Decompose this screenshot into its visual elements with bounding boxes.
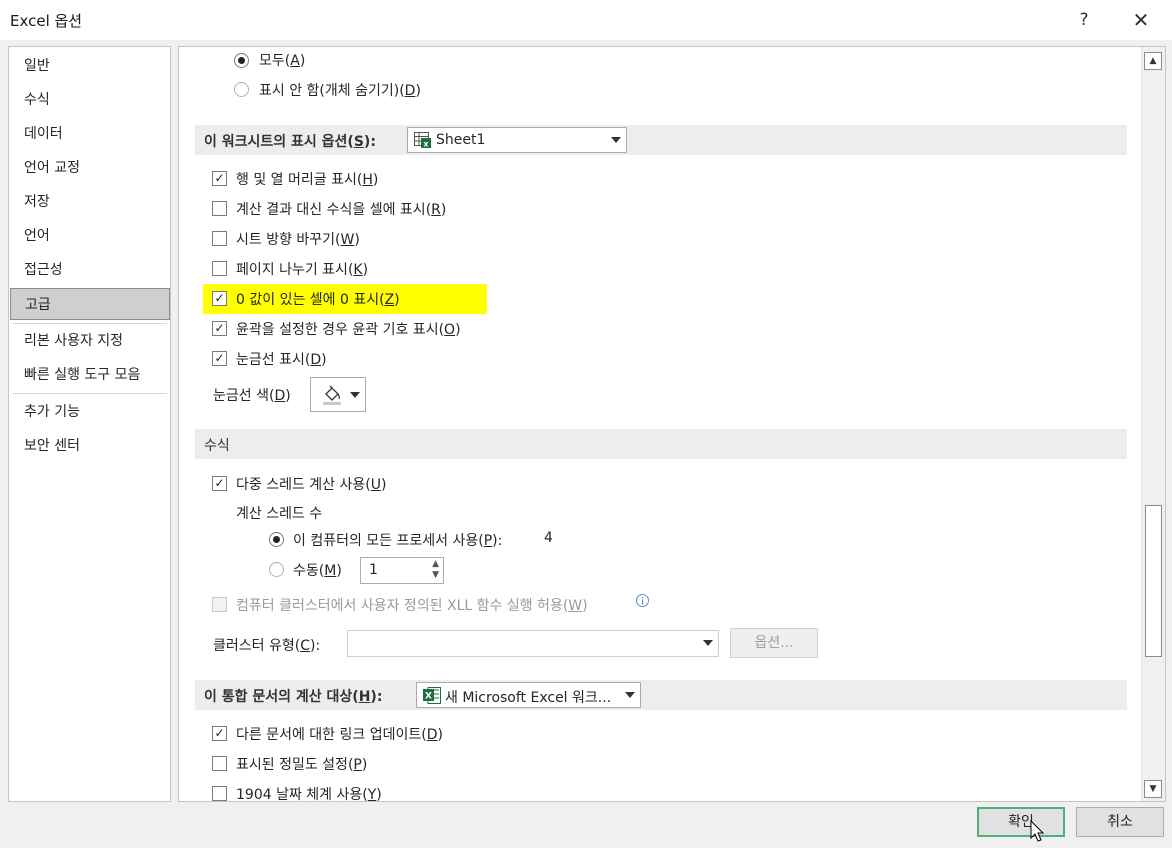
chevron-down-icon (703, 640, 713, 646)
paint-bucket-icon (323, 385, 341, 405)
nav-item-customize-ribbon[interactable]: 리본 사용자 지정 (10, 325, 170, 357)
show-gridlines-label: 눈금선 표시(D) (236, 352, 327, 368)
objects-hide-label: 표시 안 함(개체 숨기기)(D) (259, 83, 421, 99)
right-to-left-label: 시트 방향 바꾸기(W) (236, 232, 360, 248)
show-page-breaks-label: 페이지 나누기 표시(K) (236, 262, 369, 278)
gridline-color-picker[interactable] (310, 377, 366, 412)
all-processors-radio[interactable] (269, 532, 284, 547)
cluster-type-select[interactable] (347, 630, 719, 657)
nav-divider (13, 323, 167, 324)
workbook-select-value: 새 Microsoft Excel 워크... (445, 690, 612, 706)
chevron-down-icon (350, 392, 360, 398)
sheet-display-section-header: 이 워크시트의 표시 옵션(S): (195, 125, 1127, 155)
excel-icon: X (423, 687, 441, 704)
title-bar: Excel 옵션 ? ✕ (0, 0, 1172, 40)
show-outline-symbols-checkbox[interactable]: ✓ (212, 321, 227, 336)
formula-section-header: 수식 (195, 429, 1127, 459)
nav-item-quick-access-toolbar[interactable]: 빠른 실행 도구 모음 (10, 359, 170, 391)
gridline-color-label: 눈금선 색(D) (213, 388, 291, 404)
show-headers-label: 행 및 열 머리글 표시(H) (236, 172, 379, 188)
sheet-select[interactable]: x Sheet1 (407, 127, 627, 153)
nav-item-data[interactable]: 데이터 (10, 118, 170, 150)
window-title: Excel 옵션 (10, 12, 83, 30)
cancel-button[interactable]: 취소 (1076, 807, 1164, 837)
objects-hide-radio[interactable] (234, 82, 249, 97)
ok-button[interactable]: 확인 (977, 807, 1065, 837)
sheet-select-value: Sheet1 (436, 132, 486, 148)
options-nav: 일반 수식 데이터 언어 교정 저장 언어 접근성 고급 리본 사용자 지정 빠… (8, 46, 171, 802)
info-icon[interactable] (635, 593, 650, 608)
objects-all-radio[interactable] (234, 53, 249, 68)
show-outline-symbols-label: 윤곽을 설정한 경우 윤곽 기호 표시(O) (236, 322, 461, 338)
nav-item-trust-center[interactable]: 보안 센터 (10, 430, 170, 462)
nav-item-add-ins[interactable]: 추가 기능 (10, 396, 170, 428)
workbook-calc-section-title: 이 통합 문서의 계산 대상(H): (204, 689, 383, 705)
precision-as-displayed-label: 표시된 정밀도 설정(P) (236, 757, 368, 773)
all-processors-label: 이 컴퓨터의 모든 프로세서 사용(P): (293, 533, 503, 549)
thread-count-label: 계산 스레드 수 (236, 506, 323, 522)
svg-text:X: X (425, 692, 432, 702)
show-zero-values-checkbox[interactable]: ✓ (212, 291, 227, 306)
nav-item-general[interactable]: 일반 (10, 50, 170, 82)
help-icon[interactable]: ? (1064, 8, 1104, 34)
close-icon[interactable]: ✕ (1121, 8, 1161, 34)
sheet-display-section-title: 이 워크시트의 표시 옵션(S): (204, 134, 376, 150)
show-headers-checkbox[interactable]: ✓ (212, 171, 227, 186)
update-links-checkbox[interactable]: ✓ (212, 726, 227, 741)
content-scrollbar[interactable]: ▲ ▼ (1141, 47, 1165, 801)
chevron-down-icon (625, 692, 635, 698)
cluster-type-label: 클러스터 유형(C): (213, 638, 321, 654)
multithread-checkbox[interactable]: ✓ (212, 476, 227, 491)
cluster-options-button[interactable]: 옵션... (730, 628, 818, 658)
precision-as-displayed-checkbox[interactable] (212, 756, 227, 771)
mouse-cursor-icon (1030, 820, 1045, 842)
nav-item-advanced[interactable]: 고급 (10, 288, 170, 320)
show-formulas-checkbox[interactable] (212, 201, 227, 216)
show-formulas-label: 계산 결과 대신 수식을 셀에 표시(R) (236, 202, 447, 218)
thread-count-value: 1 (369, 562, 378, 578)
nav-item-save[interactable]: 저장 (10, 186, 170, 218)
chevron-down-icon (611, 137, 621, 143)
nav-item-accessibility[interactable]: 접근성 (10, 254, 170, 286)
workbook-select[interactable]: X 새 Microsoft Excel 워크... (416, 682, 641, 708)
update-links-label: 다른 문서에 대한 링크 업데이트(D) (236, 727, 443, 743)
processor-count: 4 (544, 530, 553, 546)
thread-count-stepper[interactable]: 1 ▲ ▼ (360, 557, 444, 584)
nav-item-proofing[interactable]: 언어 교정 (10, 152, 170, 184)
multithread-label: 다중 스레드 계산 사용(U) (236, 477, 387, 493)
advanced-options-pane: 모두(A) 표시 안 함(개체 숨기기)(D) 이 워크시트의 표시 옵션(S)… (178, 46, 1166, 802)
xll-cluster-checkbox[interactable] (212, 597, 227, 612)
scrollbar-thumb[interactable] (1145, 505, 1162, 657)
manual-threads-radio[interactable] (269, 562, 284, 577)
right-to-left-checkbox[interactable] (212, 231, 227, 246)
excel-sheet-icon: x (414, 132, 431, 149)
show-gridlines-checkbox[interactable]: ✓ (212, 351, 227, 366)
stepper-up-icon[interactable]: ▲ (432, 559, 439, 569)
nav-divider (13, 393, 167, 394)
show-page-breaks-checkbox[interactable] (212, 261, 227, 276)
manual-threads-label: 수동(M) (293, 563, 342, 579)
stepper-down-icon[interactable]: ▼ (432, 570, 439, 580)
show-zero-values-label: 0 값이 있는 셀에 0 표시(Z) (236, 292, 400, 308)
formula-section-title: 수식 (204, 438, 230, 454)
date-1904-checkbox[interactable] (212, 786, 227, 801)
xll-cluster-label: 컴퓨터 클러스터에서 사용자 정의된 XLL 함수 실행 허용(W) (236, 598, 588, 614)
svg-text:x: x (423, 140, 429, 149)
workbook-calc-section-header: 이 통합 문서의 계산 대상(H): (195, 680, 1127, 710)
scroll-down-icon[interactable]: ▼ (1144, 780, 1162, 798)
nav-item-language[interactable]: 언어 (10, 220, 170, 252)
nav-item-formulas[interactable]: 수식 (10, 84, 170, 116)
scroll-up-icon[interactable]: ▲ (1144, 52, 1162, 70)
objects-all-label: 모두(A) (259, 53, 306, 69)
date-1904-label: 1904 날짜 체계 사용(Y) (236, 787, 382, 802)
